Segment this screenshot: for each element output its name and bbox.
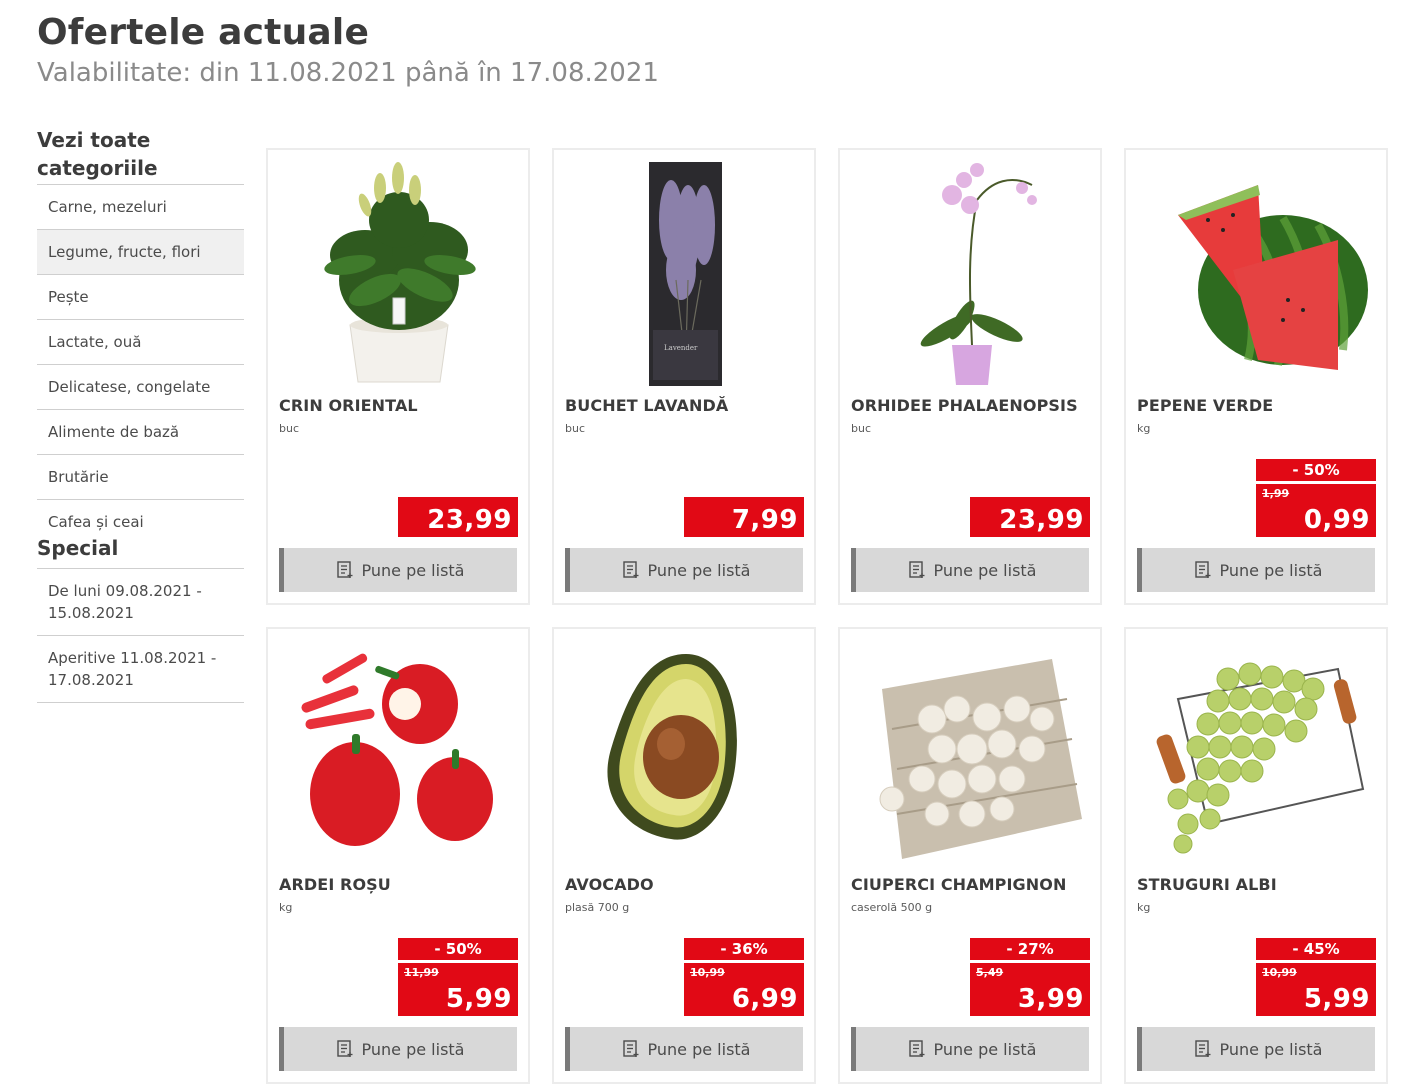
add-to-list-label: Pune pe listă bbox=[933, 560, 1037, 580]
old-price: 11,99 bbox=[404, 966, 439, 979]
add-to-list-button[interactable]: Pune pe listă bbox=[851, 1027, 1089, 1071]
discount-badge: - 50% bbox=[398, 938, 518, 960]
sidebar-item-delicatese[interactable]: Delicatese, congelate bbox=[37, 365, 244, 410]
add-to-list-label: Pune pe listă bbox=[647, 560, 751, 580]
price-box: 1,99 0,99 bbox=[1256, 484, 1376, 537]
list-icon bbox=[1194, 561, 1211, 578]
product-unit: buc bbox=[565, 422, 586, 435]
page-title: Ofertele actuale bbox=[37, 12, 370, 53]
list-icon bbox=[336, 561, 353, 578]
product-name: AVOCADO bbox=[565, 875, 654, 894]
add-to-list-button[interactable]: Pune pe listă bbox=[565, 1027, 803, 1071]
product-name: PEPENE VERDE bbox=[1137, 396, 1274, 415]
product-card[interactable]: ARDEI ROȘU kg - 50% 11,99 5,99 Pune pe l… bbox=[266, 627, 530, 1084]
add-to-list-label: Pune pe listă bbox=[361, 560, 465, 580]
product-unit: kg bbox=[1137, 901, 1151, 914]
category-sidebar: Vezi toate categoriile Carne, mezeluri L… bbox=[37, 126, 244, 703]
old-price: 10,99 bbox=[690, 966, 725, 979]
list-icon bbox=[336, 1040, 353, 1057]
product-unit: kg bbox=[1137, 422, 1151, 435]
list-icon bbox=[1194, 1040, 1211, 1057]
add-to-list-button[interactable]: Pune pe listă bbox=[279, 548, 517, 592]
product-unit: buc bbox=[279, 422, 300, 435]
product-card[interactable]: ORHIDEE PHALAENOPSIS buc 23,99 Pune pe l… bbox=[838, 148, 1102, 605]
old-price: 5,49 bbox=[976, 966, 1004, 979]
add-to-list-button[interactable]: Pune pe listă bbox=[565, 548, 803, 592]
product-name: STRUGURI ALBI bbox=[1137, 875, 1277, 894]
product-price: 5,99 bbox=[445, 984, 512, 1014]
product-card[interactable]: PEPENE VERDE kg - 50% 1,99 0,99 Pune pe … bbox=[1124, 148, 1388, 605]
product-card[interactable]: Lavender BUCHET LAVANDĂ buc 7,99 Pune pe… bbox=[552, 148, 816, 605]
price-box: 10,99 6,99 bbox=[684, 963, 804, 1016]
add-to-list-label: Pune pe listă bbox=[647, 1039, 751, 1059]
special-heading: Special bbox=[37, 536, 244, 569]
sidebar-item-legume[interactable]: Legume, fructe, flori bbox=[37, 230, 244, 275]
product-price: 3,99 bbox=[1017, 984, 1084, 1014]
sidebar-item-special-luni[interactable]: De luni 09.08.2021 - 15.08.2021 bbox=[37, 569, 244, 636]
product-image-avocado bbox=[566, 639, 804, 867]
sidebar-item-lactate[interactable]: Lactate, ouă bbox=[37, 320, 244, 365]
price-box: 23,99 bbox=[398, 497, 518, 537]
product-image-mushrooms bbox=[852, 639, 1090, 867]
sidebar-item-peste[interactable]: Pește bbox=[37, 275, 244, 320]
product-grid: CRIN ORIENTAL buc 23,99 Pune pe listă La… bbox=[266, 148, 1388, 1088]
add-to-list-label: Pune pe listă bbox=[361, 1039, 465, 1059]
svg-text:Lavender: Lavender bbox=[664, 344, 698, 352]
list-icon bbox=[622, 1040, 639, 1057]
price-box: 5,49 3,99 bbox=[970, 963, 1090, 1016]
price-box: 23,99 bbox=[970, 497, 1090, 537]
product-card[interactable]: CIUPERCI CHAMPIGNON caserolă 500 g - 27%… bbox=[838, 627, 1102, 1084]
old-price: 10,99 bbox=[1262, 966, 1297, 979]
sidebar-item-brutarie[interactable]: Brutărie bbox=[37, 455, 244, 500]
product-image-red-pepper bbox=[280, 639, 518, 867]
product-name: BUCHET LAVANDĂ bbox=[565, 396, 729, 415]
add-to-list-button[interactable]: Pune pe listă bbox=[851, 548, 1089, 592]
add-to-list-label: Pune pe listă bbox=[1219, 1039, 1323, 1059]
add-to-list-label: Pune pe listă bbox=[1219, 560, 1323, 580]
product-price: 23,99 bbox=[427, 505, 512, 535]
add-to-list-button[interactable]: Pune pe listă bbox=[1137, 1027, 1375, 1071]
sidebar-item-special-aperitive[interactable]: Aperitive 11.08.2021 - 17.08.2021 bbox=[37, 636, 244, 703]
add-to-list-button[interactable]: Pune pe listă bbox=[1137, 548, 1375, 592]
product-name: ARDEI ROȘU bbox=[279, 875, 391, 894]
discount-badge: - 45% bbox=[1256, 938, 1376, 960]
list-icon bbox=[908, 1040, 925, 1057]
list-icon bbox=[908, 561, 925, 578]
old-price: 1,99 bbox=[1262, 487, 1290, 500]
sidebar-item-cafea[interactable]: Cafea și ceai bbox=[37, 500, 244, 536]
price-box: 7,99 bbox=[684, 497, 804, 537]
product-name: CIUPERCI CHAMPIGNON bbox=[851, 875, 1067, 894]
product-image-lily bbox=[280, 160, 518, 388]
list-icon bbox=[622, 561, 639, 578]
product-unit: caserolă 500 g bbox=[851, 901, 933, 914]
product-image-orchid bbox=[852, 160, 1090, 388]
product-unit: kg bbox=[279, 901, 293, 914]
product-image-lavender: Lavender bbox=[566, 160, 804, 388]
price-box: 10,99 5,99 bbox=[1256, 963, 1376, 1016]
all-categories-link[interactable]: Vezi toate categoriile bbox=[37, 126, 244, 185]
product-price: 6,99 bbox=[731, 984, 798, 1014]
add-to-list-button[interactable]: Pune pe listă bbox=[279, 1027, 517, 1071]
product-card[interactable]: CRIN ORIENTAL buc 23,99 Pune pe listă bbox=[266, 148, 530, 605]
product-unit: buc bbox=[851, 422, 872, 435]
product-name: CRIN ORIENTAL bbox=[279, 396, 418, 415]
product-price: 5,99 bbox=[1303, 984, 1370, 1014]
product-card[interactable]: AVOCADO plasă 700 g - 36% 10,99 6,99 Pun… bbox=[552, 627, 816, 1084]
validity-text: Valabilitate: din 11.08.2021 până în 17.… bbox=[37, 58, 659, 88]
discount-badge: - 27% bbox=[970, 938, 1090, 960]
product-price: 23,99 bbox=[999, 505, 1084, 535]
add-to-list-label: Pune pe listă bbox=[933, 1039, 1037, 1059]
discount-badge: - 36% bbox=[684, 938, 804, 960]
discount-badge: - 50% bbox=[1256, 459, 1376, 481]
product-image-grapes bbox=[1138, 639, 1376, 867]
product-unit: plasă 700 g bbox=[565, 901, 630, 914]
product-price: 7,99 bbox=[731, 505, 798, 535]
price-box: 11,99 5,99 bbox=[398, 963, 518, 1016]
product-image-watermelon bbox=[1138, 160, 1376, 388]
product-name: ORHIDEE PHALAENOPSIS bbox=[851, 396, 1078, 415]
product-card[interactable]: STRUGURI ALBI kg - 45% 10,99 5,99 Pune p… bbox=[1124, 627, 1388, 1084]
sidebar-item-carne[interactable]: Carne, mezeluri bbox=[37, 185, 244, 230]
product-price: 0,99 bbox=[1303, 505, 1370, 535]
sidebar-item-alimente[interactable]: Alimente de bază bbox=[37, 410, 244, 455]
